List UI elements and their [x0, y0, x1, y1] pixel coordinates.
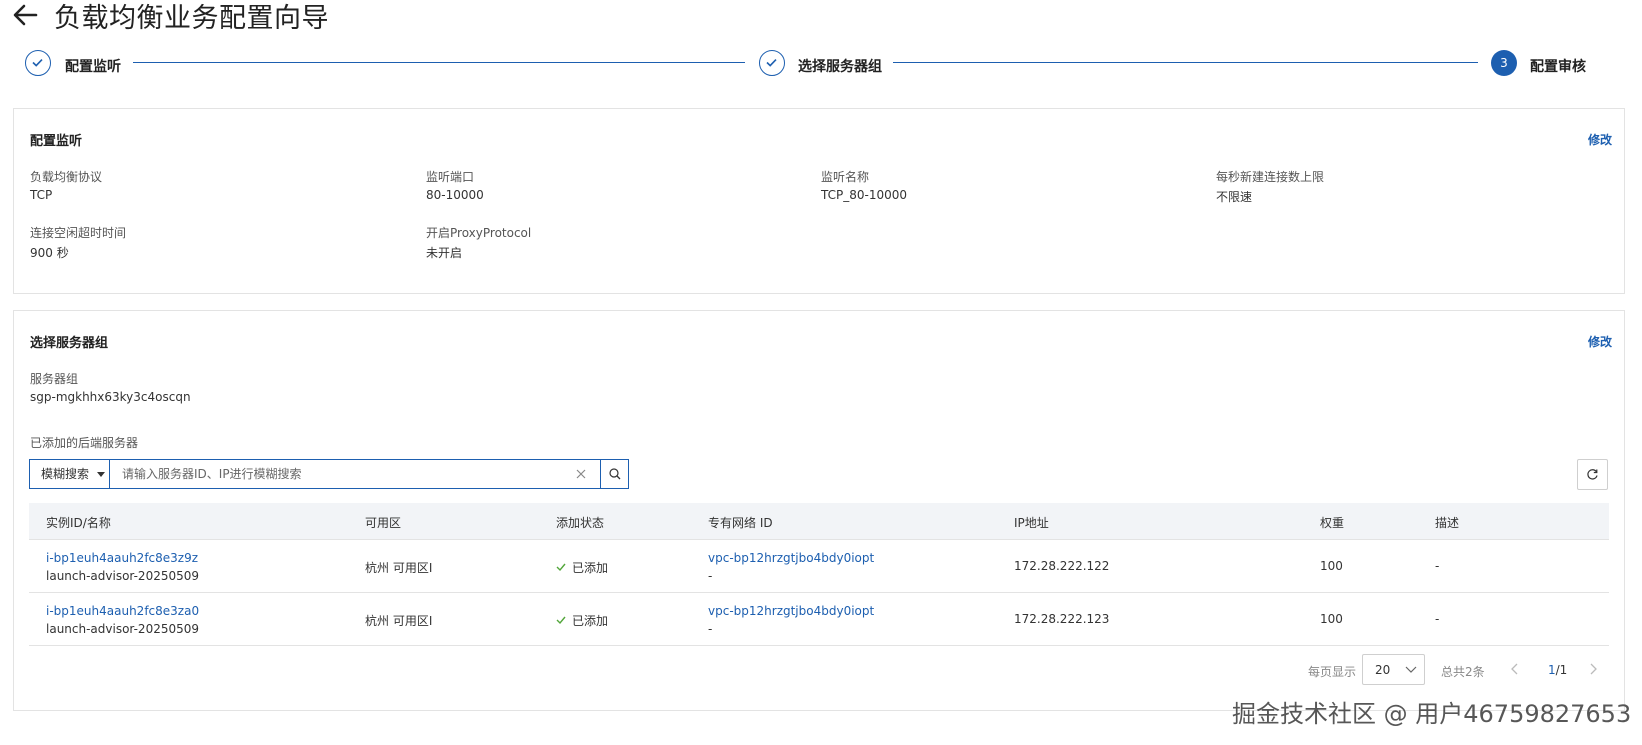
instance-name: launch-advisor-20250509 [46, 622, 200, 636]
server-group-value: sgp-mgkhhx63ky3c4oscqn [30, 390, 191, 404]
description-value: - [1435, 559, 1440, 573]
step-2-label: 选择服务器组 [798, 59, 882, 75]
column-header-instance: 实例ID/名称 [46, 516, 111, 530]
next-page-icon[interactable] [1588, 662, 1598, 676]
column-header-zone: 可用区 [365, 516, 402, 530]
chevron-down-icon [1405, 666, 1417, 673]
zone-value: 杭州 可用区I [365, 561, 433, 575]
arrow-left-icon [13, 4, 38, 26]
vpc-sub-value: - [708, 622, 713, 636]
vpc-sub-value: - [708, 569, 713, 583]
protocol-value: TCP [30, 188, 53, 202]
listener-panel-title: 配置监听 [30, 134, 83, 149]
weight-value: 100 [1320, 612, 1343, 626]
refresh-icon [1587, 469, 1598, 480]
check-icon [32, 59, 43, 67]
port-value: 80-10000 [426, 188, 484, 202]
conn-limit-label: 每秒新建连接数上限 [1216, 170, 1325, 184]
watermark-text: 掘金技术社区 @ 用户46759827653 [1232, 700, 1632, 728]
step-connector-2 [893, 62, 1478, 63]
page-title: 负载均衡业务配置向导 [54, 3, 329, 34]
listener-edit-link[interactable]: 修改 [1588, 131, 1612, 148]
server-group-edit-link[interactable]: 修改 [1588, 333, 1612, 350]
instance-name: launch-advisor-20250509 [46, 569, 200, 583]
proxy-protocol-label: 开启ProxyProtocol [426, 226, 532, 240]
search-icon [609, 468, 621, 480]
step-3-label: 配置审核 [1530, 59, 1586, 75]
vpc-id-link[interactable]: vpc-bp12hrzgtjbo4bdy0iopt [708, 551, 874, 565]
ip-value: 172.28.222.122 [1014, 559, 1110, 573]
column-header-weight: 权重 [1320, 516, 1345, 530]
table-header: 实例ID/名称 可用区 添加状态 专有网络 ID IP地址 权重 描述 [29, 503, 1609, 540]
page-total: /1 [1555, 663, 1568, 677]
server-group-panel-title: 选择服务器组 [30, 336, 109, 351]
step-1-label: 配置监听 [65, 59, 121, 75]
instance-id-link[interactable]: i-bp1euh4aauh2fc8e3z9z [46, 551, 198, 565]
column-header-ip: IP地址 [1014, 516, 1049, 530]
search-type-label: 模糊搜索 [41, 467, 90, 481]
server-group-label: 服务器组 [30, 372, 79, 386]
step-connector-1 [133, 62, 745, 63]
table-row: i-bp1euh4aauh2fc8e3z9z launch-advisor-20… [29, 540, 1609, 593]
instance-id-link[interactable]: i-bp1euh4aauh2fc8e3za0 [46, 604, 199, 618]
listener-name-value: TCP_80-10000 [821, 188, 908, 202]
backend-servers-label: 已添加的后端服务器 [30, 436, 139, 450]
per-page-label: 每页显示 [1308, 665, 1357, 679]
page-indicator: 1/1 [1548, 663, 1567, 677]
status-value: 已添加 [572, 561, 609, 575]
search-bar: 模糊搜索 [29, 459, 629, 489]
search-button[interactable] [600, 460, 629, 488]
proxy-protocol-value: 未开启 [426, 246, 463, 260]
caret-down-icon [96, 472, 105, 477]
ip-value: 172.28.222.123 [1014, 612, 1110, 626]
table-row: i-bp1euh4aauh2fc8e3za0 launch-advisor-20… [29, 593, 1609, 646]
search-type-dropdown[interactable]: 模糊搜索 [30, 460, 110, 488]
port-label: 监听端口 [426, 170, 475, 184]
column-header-description: 描述 [1435, 516, 1460, 530]
prev-page-icon[interactable] [1510, 662, 1520, 676]
success-check-icon [556, 563, 566, 572]
idle-timeout-value: 900 秒 [30, 246, 69, 260]
current-page: 1 [1548, 663, 1556, 677]
step-3-number: 3 [1491, 50, 1517, 76]
listener-name-label: 监听名称 [821, 170, 870, 184]
conn-limit-value: 不限速 [1216, 190, 1253, 204]
vpc-id-link[interactable]: vpc-bp12hrzgtjbo4bdy0iopt [708, 604, 874, 618]
protocol-label: 负载均衡协议 [30, 170, 103, 184]
idle-timeout-label: 连接空闲超时时间 [30, 226, 127, 240]
status-value: 已添加 [572, 614, 609, 628]
weight-value: 100 [1320, 559, 1343, 573]
check-icon [766, 59, 777, 67]
column-header-vpc: 专有网络 ID [708, 516, 773, 530]
step-1-done-icon [25, 50, 51, 76]
page-size-value: 20 [1375, 663, 1391, 677]
success-check-icon [556, 616, 566, 625]
total-count: 总共2条 [1441, 665, 1485, 679]
zone-value: 杭州 可用区I [365, 614, 433, 628]
listener-config-panel: 配置监听 修改 负载均衡协议 TCP 监听端口 80-10000 监听名称 TC… [13, 108, 1625, 294]
page-size-select[interactable]: 20 [1362, 654, 1425, 685]
back-button[interactable] [10, 0, 40, 30]
column-header-status: 添加状态 [556, 516, 605, 530]
refresh-button[interactable] [1577, 459, 1608, 490]
step-2-done-icon [759, 50, 785, 76]
search-input[interactable] [122, 461, 592, 487]
description-value: - [1435, 612, 1440, 626]
clear-icon[interactable] [574, 467, 588, 481]
